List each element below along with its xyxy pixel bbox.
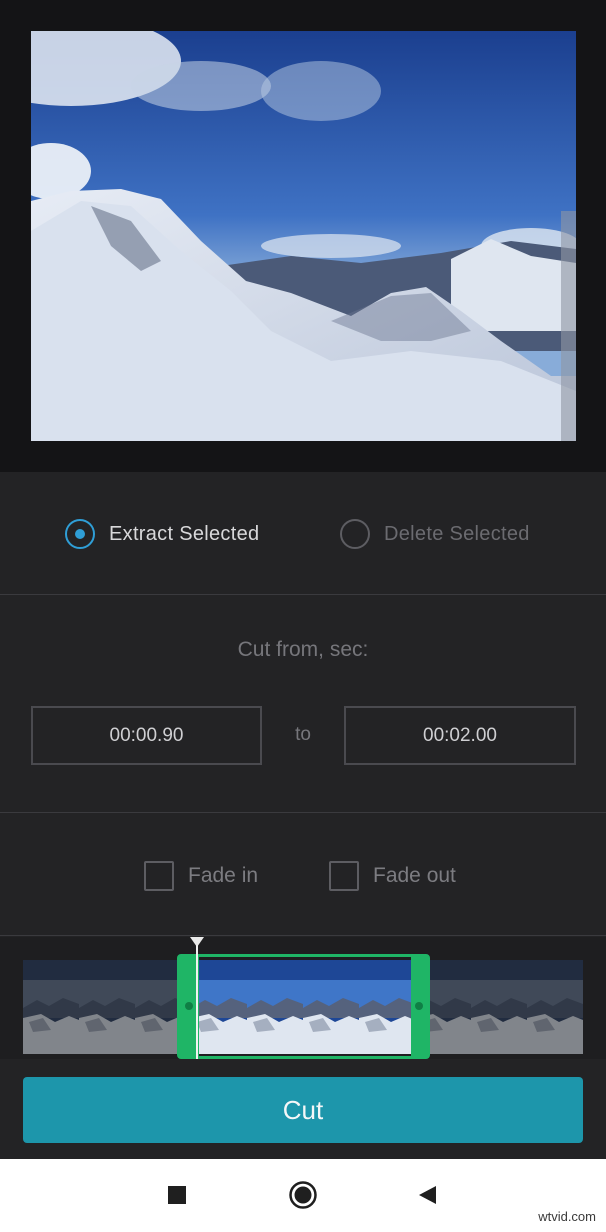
system-navigation-bar: wtvid.com bbox=[0, 1159, 606, 1232]
cut-from-label: Cut from, sec: bbox=[237, 638, 369, 661]
start-time-field[interactable]: 00:00.90 bbox=[31, 706, 262, 765]
end-time-field[interactable]: 00:02.00 bbox=[344, 706, 576, 765]
video-preview-frame[interactable] bbox=[31, 31, 576, 441]
fade-in-checkbox[interactable]: Fade in bbox=[144, 861, 258, 891]
cut-time-section: Cut from, sec: 00:00.90 to 00:02.00 bbox=[0, 596, 606, 813]
radio-checked-icon bbox=[65, 519, 95, 549]
extract-selected-label: Extract Selected bbox=[109, 522, 260, 545]
home-button[interactable] bbox=[288, 1180, 318, 1210]
extract-selected-radio[interactable]: Extract Selected bbox=[65, 519, 259, 549]
triangle-back-icon bbox=[419, 1186, 436, 1204]
circle-home-icon bbox=[289, 1181, 317, 1209]
watermark: wtvid.com bbox=[538, 1209, 596, 1224]
playhead[interactable] bbox=[190, 937, 204, 1059]
video-cutter-screen: Extract Selected Delete Selected Cut fro… bbox=[0, 0, 606, 1232]
delete-selected-radio[interactable]: Delete Selected bbox=[340, 519, 530, 549]
recents-button[interactable] bbox=[162, 1180, 192, 1210]
delete-selected-label: Delete Selected bbox=[384, 522, 530, 545]
left-trim-handle[interactable] bbox=[185, 1002, 193, 1010]
unselected-overlay-left bbox=[23, 960, 177, 1054]
fade-options-section: Fade in Fade out bbox=[0, 814, 606, 936]
cut-bar: Cut bbox=[0, 1059, 606, 1159]
right-trim-handle[interactable] bbox=[415, 1002, 423, 1010]
fade-out-checkbox[interactable]: Fade out bbox=[329, 861, 456, 891]
square-recents-icon bbox=[168, 1186, 186, 1204]
video-preview-area bbox=[0, 0, 606, 472]
back-button[interactable] bbox=[412, 1180, 442, 1210]
checkbox-unchecked-icon bbox=[144, 861, 174, 891]
radio-unchecked-icon bbox=[340, 519, 370, 549]
fade-out-label: Fade out bbox=[373, 864, 456, 887]
unselected-overlay-right bbox=[430, 960, 583, 1054]
to-label: to bbox=[295, 724, 311, 745]
cut-button[interactable]: Cut bbox=[23, 1077, 583, 1143]
fade-in-label: Fade in bbox=[188, 864, 259, 887]
checkbox-unchecked-icon bbox=[329, 861, 359, 891]
playhead-line bbox=[196, 945, 198, 1059]
cut-mode-section: Extract Selected Delete Selected bbox=[0, 472, 606, 595]
selection-range-handle[interactable] bbox=[177, 954, 430, 1059]
